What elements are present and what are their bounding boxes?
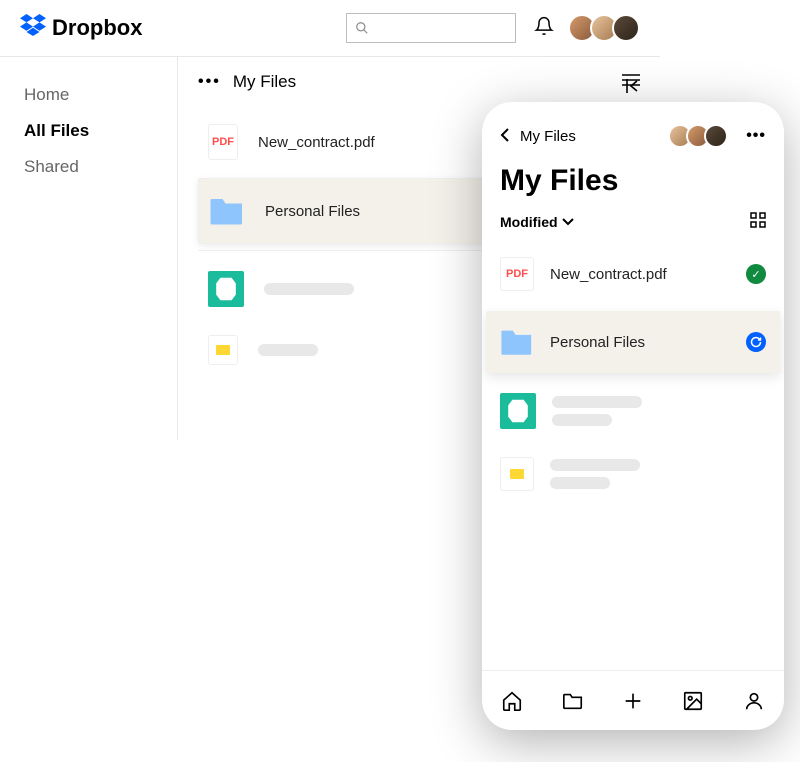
brand-name: Dropbox	[52, 15, 142, 41]
user-avatars[interactable]	[668, 124, 728, 148]
folder-icon	[209, 193, 245, 229]
notifications-icon[interactable]	[534, 16, 554, 41]
breadcrumb[interactable]: My Files	[520, 128, 658, 145]
tab-account[interactable]	[734, 681, 774, 721]
placeholder-text	[550, 477, 610, 489]
placeholder-text	[552, 396, 642, 408]
dropbox-icon	[20, 14, 46, 42]
sidebar-item-all-files[interactable]: All Files	[0, 113, 177, 149]
mobile-tabbar	[482, 670, 784, 730]
tab-files[interactable]	[553, 681, 593, 721]
file-row[interactable]	[486, 443, 780, 505]
search-icon	[355, 21, 369, 35]
tab-photos[interactable]	[673, 681, 713, 721]
sidebar-item-home[interactable]: Home	[0, 77, 177, 113]
app-logo[interactable]: Dropbox	[20, 14, 142, 42]
file-name: New_contract.pdf	[550, 266, 730, 283]
page-title: My Files	[482, 158, 784, 212]
more-icon[interactable]: •••	[198, 73, 221, 91]
file-row[interactable]: Personal Files	[486, 311, 780, 373]
grid-view-icon[interactable]	[750, 212, 766, 231]
sort-label: Modified	[500, 214, 558, 230]
placeholder-text	[552, 414, 612, 426]
file-row[interactable]	[486, 379, 780, 443]
search-input[interactable]	[346, 13, 516, 43]
chevron-down-icon	[562, 218, 574, 226]
tab-home[interactable]	[492, 681, 532, 721]
syncing-icon	[746, 332, 766, 352]
file-name: Personal Files	[550, 334, 730, 351]
sort-dropdown[interactable]: Modified	[500, 214, 574, 230]
image-thumbnail	[208, 271, 244, 307]
placeholder-text	[264, 283, 354, 295]
mobile-file-list: PDF New_contract.pdf ✓ Personal Files	[482, 243, 784, 670]
header: Dropbox	[0, 0, 660, 56]
placeholder-text	[550, 459, 640, 471]
more-icon[interactable]: •••	[746, 127, 766, 145]
slides-icon	[208, 335, 238, 365]
collapse-panel-icon[interactable]	[625, 77, 643, 100]
pdf-icon: PDF	[500, 257, 534, 291]
slides-icon	[500, 457, 534, 491]
folder-icon	[500, 325, 534, 359]
user-avatars[interactable]	[568, 14, 640, 42]
breadcrumb[interactable]: My Files	[233, 72, 296, 92]
file-name: New_contract.pdf	[258, 134, 375, 151]
pdf-icon: PDF	[208, 124, 238, 160]
synced-icon: ✓	[746, 264, 766, 284]
avatar	[704, 124, 728, 148]
mobile-mockup: My Files ••• My Files Modified PDF New_c…	[482, 102, 784, 730]
avatar	[612, 14, 640, 42]
tab-add[interactable]	[613, 681, 653, 721]
sidebar: Home All Files Shared	[0, 57, 178, 440]
sidebar-item-shared[interactable]: Shared	[0, 149, 177, 185]
file-name: Personal Files	[265, 203, 360, 220]
mobile-header: My Files •••	[482, 102, 784, 158]
file-row[interactable]: PDF New_contract.pdf ✓	[486, 243, 780, 305]
back-icon[interactable]	[500, 128, 510, 145]
image-thumbnail	[500, 393, 536, 429]
placeholder-text	[258, 344, 318, 356]
